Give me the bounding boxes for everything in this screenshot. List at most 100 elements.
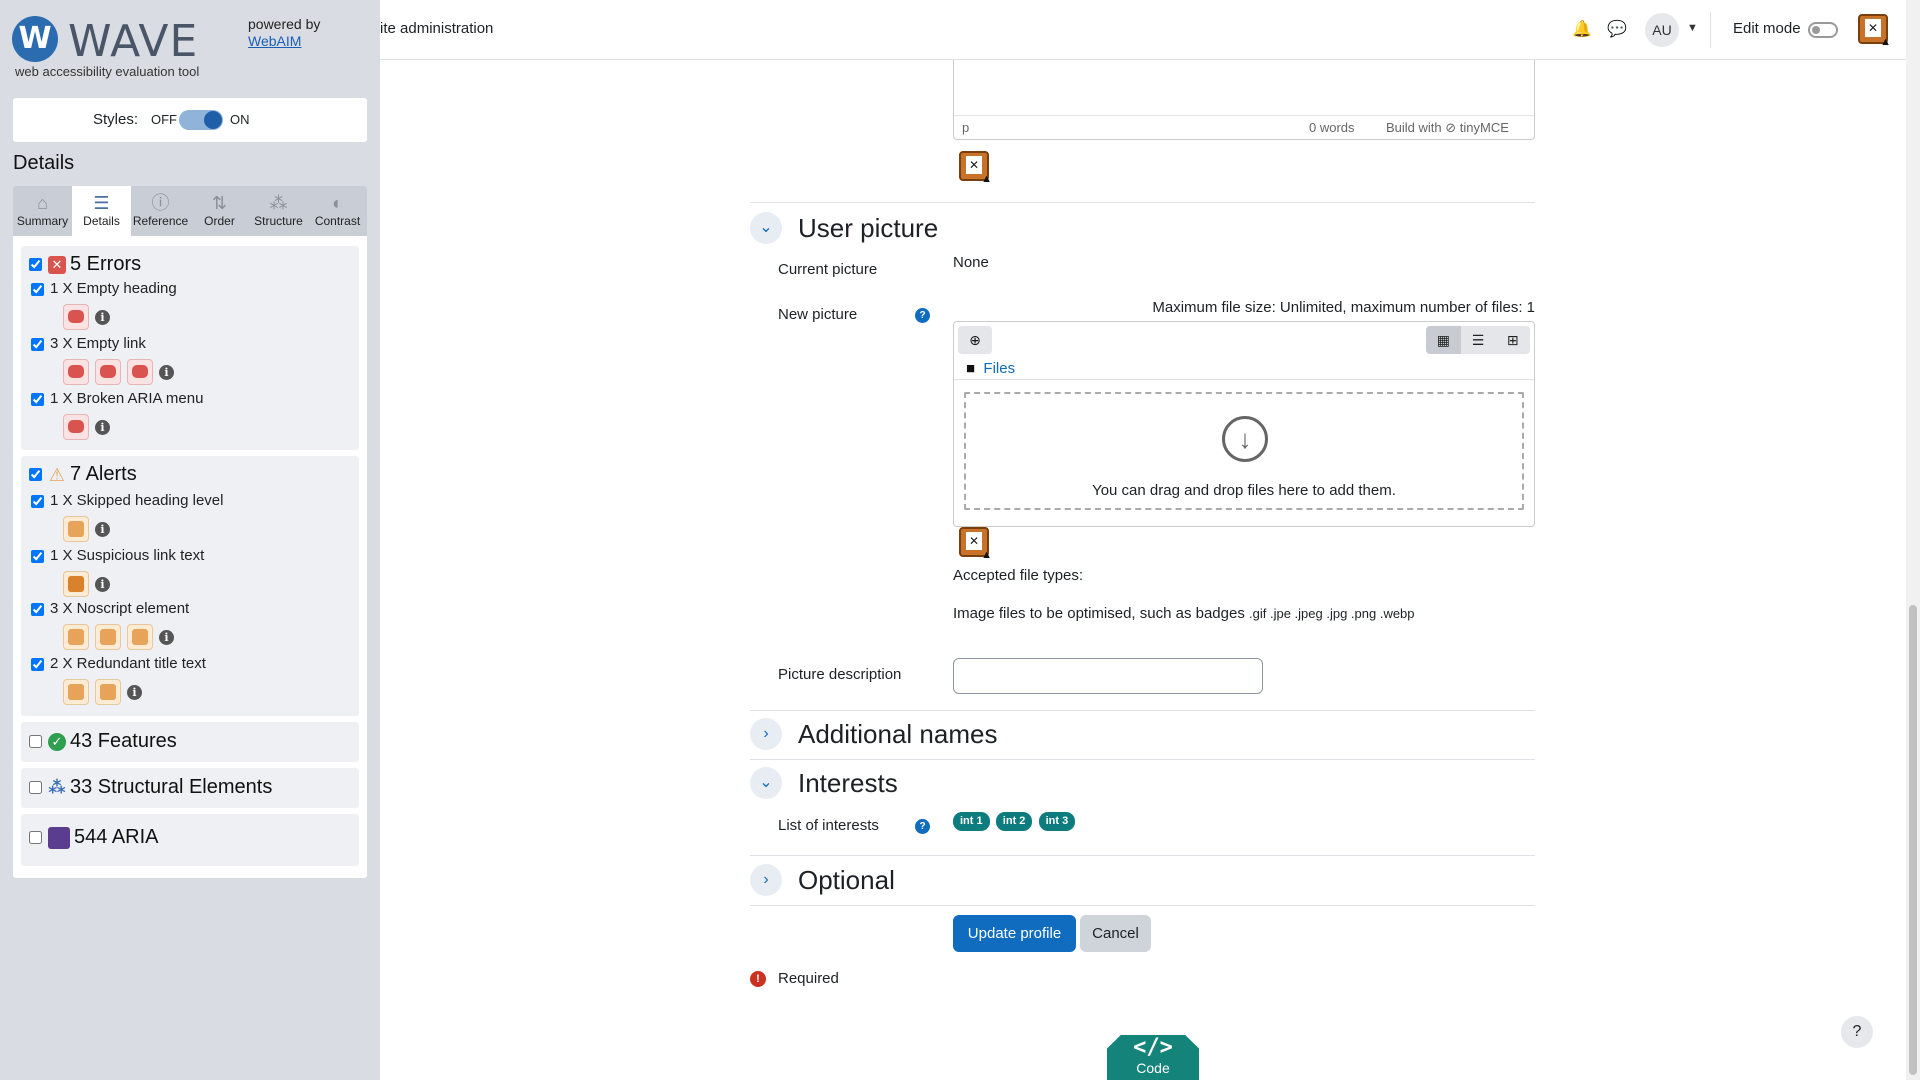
tree-view-icon[interactable]: ⊞ — [1495, 326, 1530, 354]
wave-alert-flag-icon[interactable] — [959, 151, 992, 185]
alert-label: 2 X Redundant title text — [50, 655, 206, 672]
powered-by: powered by WebAIM — [248, 16, 320, 50]
chevron-down-icon[interactable]: ▼ — [1687, 22, 1698, 34]
tab-summary[interactable]: ⌂ Summary — [13, 186, 72, 236]
file-drop-zone[interactable]: ↓ You can drag and drop files here to ad… — [964, 392, 1524, 510]
aria-checkbox[interactable] — [29, 831, 42, 845]
section-title-additional-names[interactable]: Additional names — [798, 719, 997, 750]
list-view-icon[interactable]: ☰ — [1461, 326, 1496, 354]
alert-checkbox[interactable] — [31, 602, 44, 616]
chevron-right-icon[interactable]: › — [750, 718, 782, 750]
chevron-down-icon[interactable]: ⌄ — [750, 767, 782, 799]
help-icon[interactable]: ? — [915, 308, 930, 323]
add-file-button[interactable]: ⊕ — [958, 326, 992, 354]
tab-reference[interactable]: ⓘ Reference — [131, 186, 190, 236]
section-title-interests[interactable]: Interests — [798, 768, 898, 799]
wave-alert-flag-icon[interactable] — [959, 527, 992, 561]
bell-icon[interactable]: 🔔 — [1572, 19, 1592, 39]
empty-link-icon[interactable] — [127, 359, 153, 385]
features-heading: ✓ 43 Features — [29, 730, 177, 753]
redundant-title-icon[interactable] — [95, 679, 121, 705]
tab-label: Summary — [16, 214, 69, 228]
tab-details[interactable]: ☰ Details — [72, 186, 131, 236]
info-icon[interactable]: i — [127, 684, 142, 700]
noscript-icon[interactable] — [63, 624, 89, 650]
empty-link-icon[interactable] — [95, 359, 121, 385]
alerts-checkbox[interactable] — [29, 468, 42, 482]
errors-checkbox[interactable] — [29, 258, 42, 272]
interest-tag[interactable]: int 2 — [995, 812, 1033, 831]
file-picker: ⊕ ▦ ☰ ⊞ ■ Files ↓ You can drag and drop … — [953, 321, 1535, 527]
user-avatar[interactable]: AU — [1645, 13, 1679, 47]
styles-toggle[interactable] — [179, 110, 223, 130]
redundant-title-icon[interactable] — [63, 679, 89, 705]
info-icon[interactable]: i — [159, 629, 174, 645]
alert-label: 3 X Noscript element — [50, 600, 190, 617]
alert-item-suspicious-link: 1 X Suspicious link text — [31, 547, 204, 564]
wave-tabs: ⌂ Summary ☰ Details ⓘ Reference ⇅ Order ⁂ Str… — [13, 186, 367, 236]
main-content: p 0 words Build with ⊘ tinyMCE ⌄ User pi… — [380, 60, 1920, 1080]
error-checkbox[interactable] — [31, 337, 44, 351]
editor-branding[interactable]: Build with ⊘ tinyMCE — [1386, 120, 1509, 136]
skipped-heading-icon[interactable] — [63, 516, 89, 542]
noscript-icon[interactable] — [95, 624, 121, 650]
scrollbar-thumb[interactable] — [1909, 605, 1917, 1075]
info-icon[interactable]: i — [95, 576, 110, 592]
edit-mode-toggle[interactable] — [1808, 22, 1838, 38]
editor-path[interactable]: p — [962, 120, 969, 135]
alert-checkbox[interactable] — [31, 657, 44, 671]
structural-checkbox[interactable] — [29, 781, 42, 795]
empty-heading-icon[interactable] — [63, 304, 89, 330]
interest-tag[interactable]: int 1 — [953, 812, 990, 831]
breadcrumb-site-administration[interactable]: ite administration — [380, 20, 493, 37]
accepted-file-types-label: Accepted file types: — [953, 567, 1084, 584]
wave-error-flag-icon[interactable] — [1858, 14, 1891, 48]
picture-description-input[interactable] — [953, 658, 1263, 694]
divider — [750, 905, 1535, 906]
error-icons-row: i — [63, 359, 174, 389]
alert-label: 1 X Suspicious link text — [50, 547, 205, 564]
alerts-heading: ⚠ 7 Alerts — [29, 463, 137, 486]
files-folder-link[interactable]: ■ Files — [966, 360, 1015, 377]
chevron-right-icon[interactable]: › — [750, 864, 782, 896]
structural-heading: ⁂ 33 Structural Elements — [29, 776, 272, 799]
help-icon[interactable]: ? — [915, 819, 930, 834]
broken-aria-menu-icon[interactable] — [63, 414, 89, 440]
section-title-user-picture[interactable]: User picture — [798, 213, 938, 244]
noscript-icon[interactable] — [127, 624, 153, 650]
divider — [1710, 12, 1711, 48]
alert-checkbox[interactable] — [31, 549, 44, 563]
features-checkbox[interactable] — [29, 735, 42, 749]
errors-heading: ✕ 5 Errors — [29, 253, 141, 276]
info-icon[interactable]: i — [95, 521, 110, 537]
tab-order[interactable]: ⇅ Order — [190, 186, 249, 236]
tab-contrast[interactable]: ◐ Contrast — [308, 186, 367, 236]
alerts-group: ⚠ 7 Alerts 1 X Skipped heading level i 1 … — [21, 456, 359, 716]
error-checkbox[interactable] — [31, 282, 44, 296]
chat-icon[interactable]: 💬 — [1607, 19, 1627, 39]
alert-label: 1 X Skipped heading level — [50, 492, 224, 509]
section-title-optional[interactable]: Optional — [798, 865, 895, 896]
info-icon[interactable]: i — [95, 419, 110, 435]
chevron-down-icon[interactable]: ⌄ — [750, 212, 782, 244]
current-picture-label: Current picture — [778, 261, 878, 278]
max-file-size: Maximum file size: Unlimited, maximum nu… — [1152, 299, 1535, 316]
cancel-button[interactable]: Cancel — [1080, 915, 1151, 952]
info-icon[interactable]: i — [159, 364, 174, 380]
update-profile-button[interactable]: Update profile — [953, 915, 1076, 952]
picture-description-label: Picture description — [778, 666, 902, 683]
alert-checkbox[interactable] — [31, 494, 44, 508]
tinymce-editor[interactable]: p 0 words Build with ⊘ tinyMCE — [953, 60, 1535, 140]
error-checkbox[interactable] — [31, 392, 44, 406]
grid-view-icon[interactable]: ▦ — [1426, 326, 1461, 354]
page-scrollbar[interactable] — [1906, 0, 1920, 1080]
suspicious-link-icon[interactable] — [63, 571, 89, 597]
interest-tag[interactable]: int 3 — [1038, 812, 1076, 831]
webaim-link[interactable]: WebAIM — [248, 33, 301, 49]
info-icon[interactable]: i — [95, 309, 110, 325]
empty-link-icon[interactable] — [63, 359, 89, 385]
file-picker-toolbar: ⊕ ▦ ☰ ⊞ ■ Files — [954, 322, 1534, 380]
wave-code-tab[interactable]: </> Code — [1107, 1035, 1199, 1080]
help-button[interactable]: ? — [1841, 1016, 1873, 1048]
tab-structure[interactable]: ⁂ Structure — [249, 186, 308, 236]
